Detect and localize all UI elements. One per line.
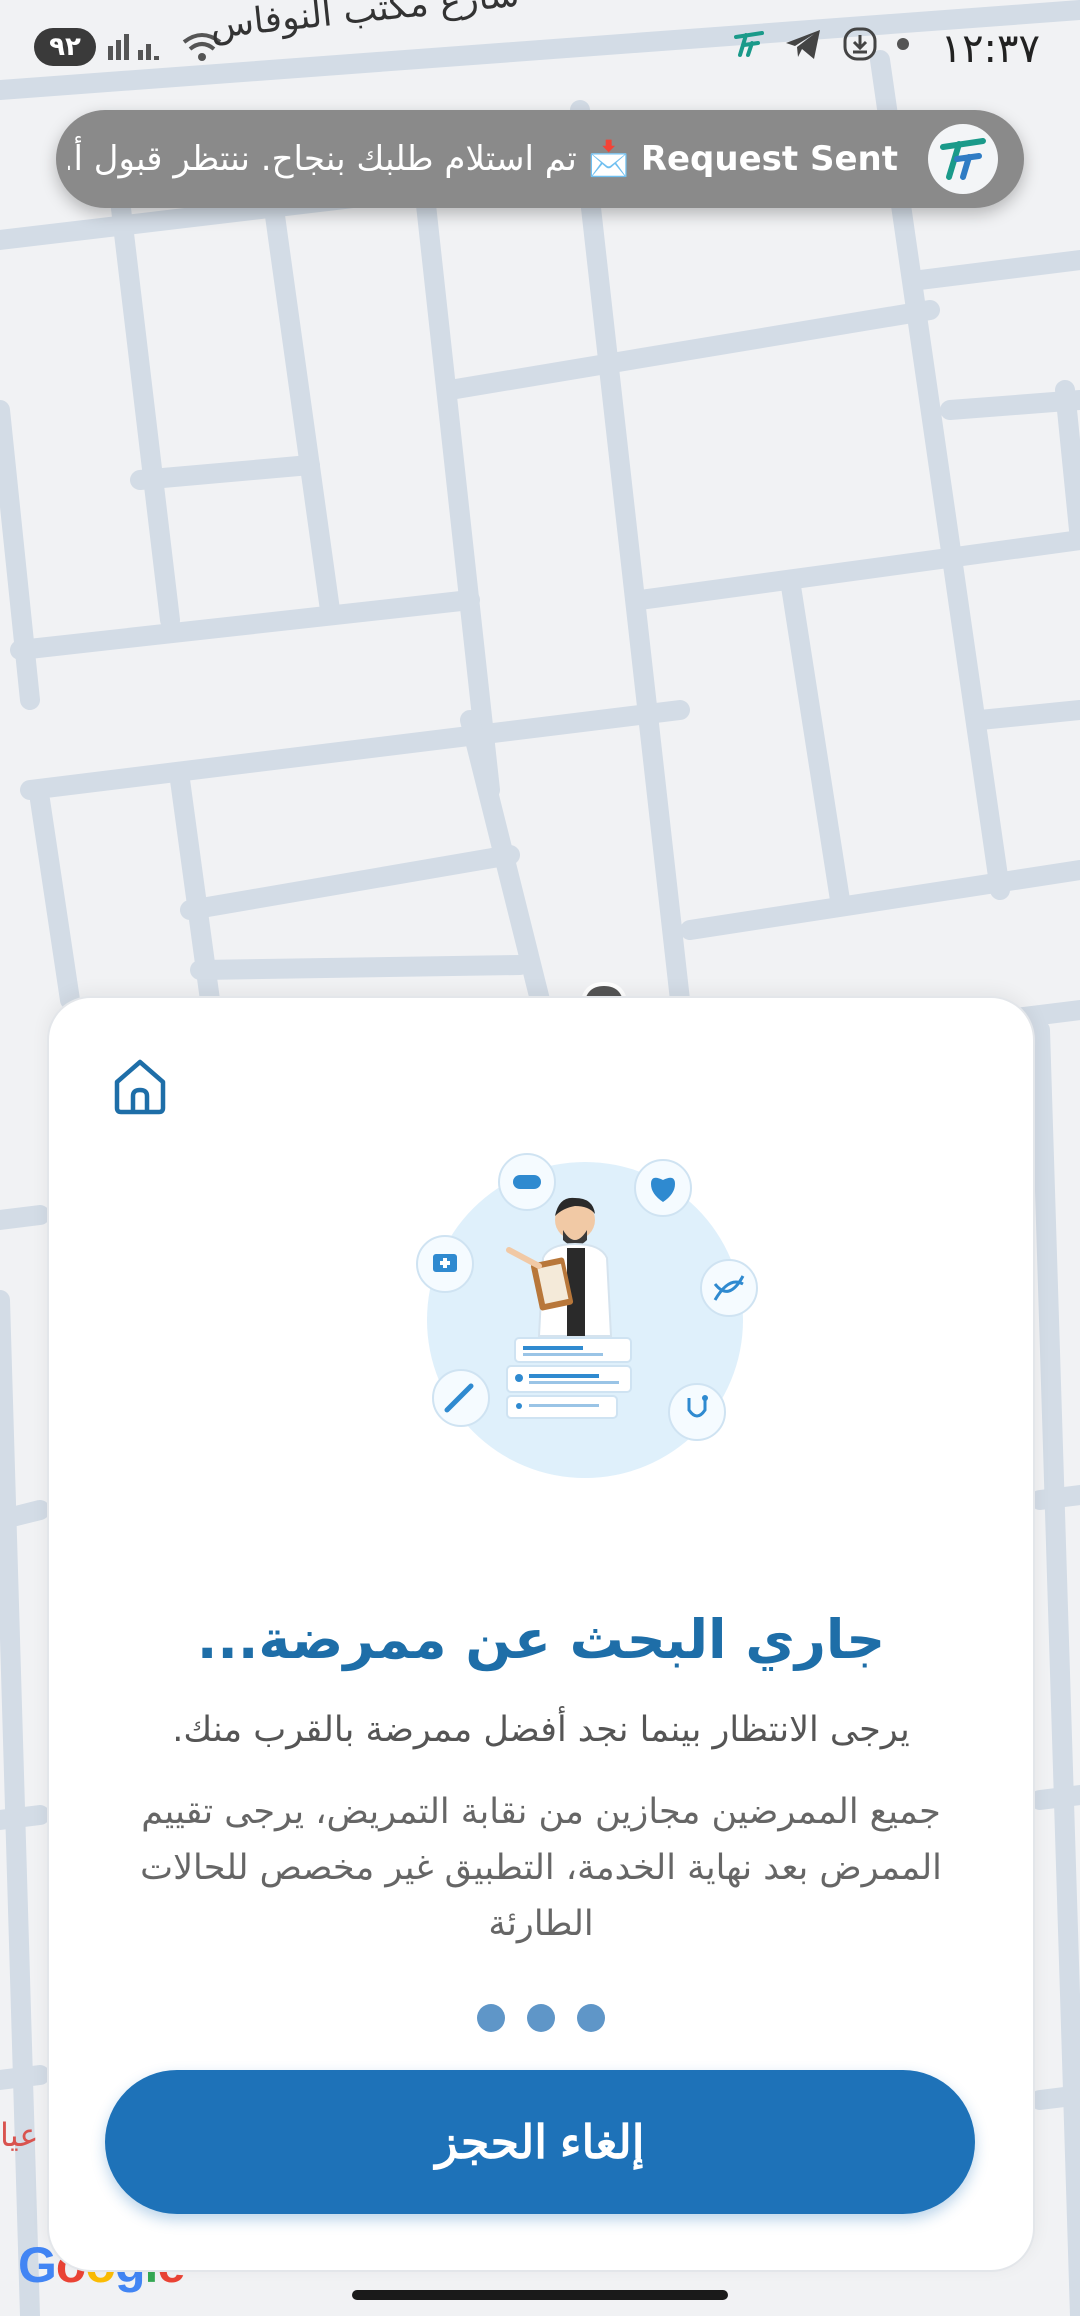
telegram-icon <box>786 30 820 59</box>
app-logo-small-icon <box>734 31 764 57</box>
notification-toast[interactable]: Request Sent 📩 تم استلام طلبك بنجاح. ننت… <box>56 110 1024 208</box>
app-logo-icon <box>940 138 986 180</box>
notification-message: تم استلام طلبك بنجاح. ننتظر قبول أ... <box>68 139 577 179</box>
app-icon <box>928 124 998 194</box>
searching-subtitle: يرجى الانتظار بينما نجد أفضل ممرضة بالقر… <box>172 1710 910 1750</box>
cancel-booking-button[interactable]: إلغاء الحجز <box>105 2070 975 2214</box>
signal-icon <box>108 34 159 60</box>
street-label: شارع مكتب النوفاس <box>207 0 522 47</box>
dot-icon <box>897 38 909 50</box>
home-icon[interactable] <box>109 1054 171 1116</box>
loading-dot <box>477 2004 505 2032</box>
notification-text: Request Sent 📩 تم استلام طلبك بنجاح. ننت… <box>68 132 898 186</box>
searching-title: جاري البحث عن ممرضة... <box>196 1608 886 1671</box>
nurse-search-illustration <box>416 1153 758 1478</box>
nursing-disclaimer: جميع الممرضين مجازين من نقابة التمريض، ي… <box>140 1792 942 1944</box>
download-icon <box>843 27 877 61</box>
status-bar: ٩٢ شارع مكتب النوفاس ١٢:٣٧ <box>0 0 1080 100</box>
map-place-label: عيا <box>0 2116 39 2154</box>
status-time: ١٢:٣٧ <box>940 26 1040 72</box>
searching-card: جاري البحث عن ممرضة... يرجى الانتظار بين… <box>47 996 1035 2272</box>
loading-dot <box>527 2004 555 2032</box>
chat-cards <box>506 1337 632 1419</box>
loading-dots <box>49 2004 1033 2032</box>
battery-badge: ٩٢ <box>34 28 96 66</box>
signal-indicators <box>106 30 224 64</box>
home-indicator[interactable] <box>352 2290 728 2300</box>
notification-title: Request Sent <box>640 139 898 179</box>
envelope-icon: 📩 <box>587 139 630 179</box>
notification-icons <box>732 26 910 62</box>
loading-dot <box>577 2004 605 2032</box>
